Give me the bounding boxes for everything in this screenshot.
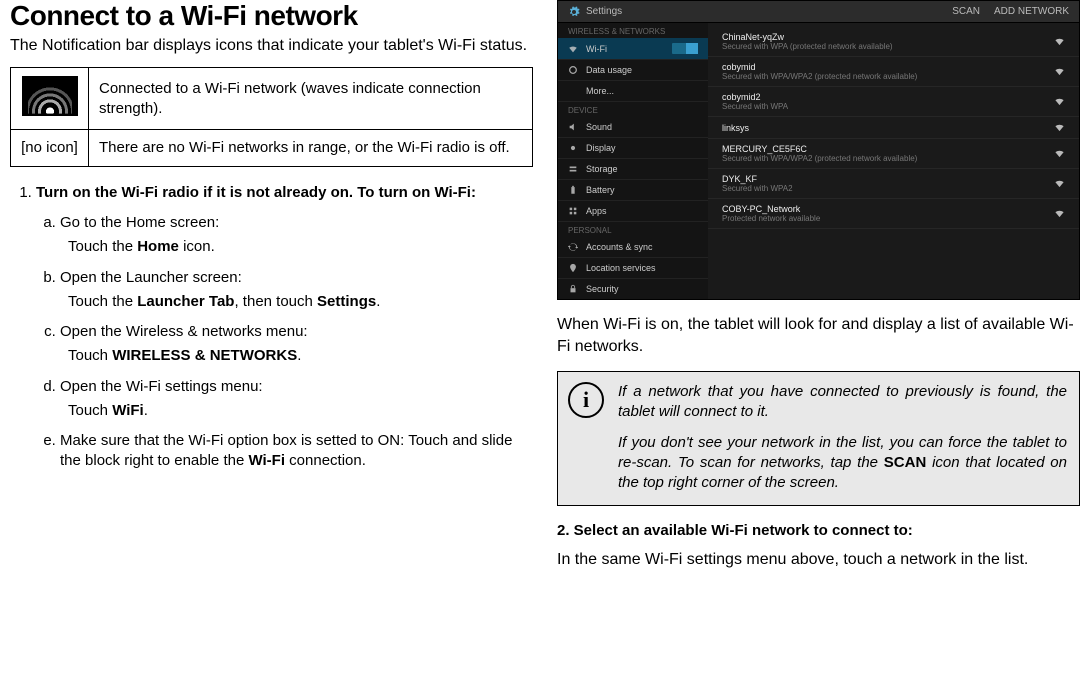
- note-paragraph-2: If you don't see your network in the lis…: [618, 433, 1067, 494]
- right-column: Settings SCAN ADD NETWORK WIRELESS & NET…: [557, 0, 1080, 700]
- intro-text: The Notification bar displays icons that…: [10, 36, 533, 57]
- add-network-button[interactable]: ADD NETWORK: [994, 6, 1069, 17]
- substep-c-body: Touch WIRELESS & NETWORKS.: [68, 346, 533, 366]
- no-icon-desc: There are no Wi-Fi networks in range, or…: [89, 130, 533, 167]
- wifi-signal-icon: [1054, 122, 1065, 133]
- info-note-box: i If a network that you have connected t…: [557, 371, 1080, 506]
- sidebar-accounts-label: Accounts & sync: [586, 242, 653, 252]
- sidebar-data-label: Data usage: [586, 65, 632, 75]
- sidebar-item-sound[interactable]: Sound: [558, 117, 708, 138]
- sidebar-item-wifi[interactable]: Wi-Fi: [558, 38, 708, 60]
- screenshot-network-list: ChinaNet-yqZwSecured with WPA (protected…: [708, 23, 1079, 299]
- network-row[interactable]: ChinaNet-yqZwSecured with WPA (protected…: [708, 27, 1079, 57]
- screenshot-topbar: Settings SCAN ADD NETWORK: [558, 1, 1079, 23]
- screenshot-sidebar: WIRELESS & NETWORKS Wi-Fi Data usage Mor…: [558, 23, 708, 299]
- wifi-signal-icon: [1054, 36, 1065, 47]
- substep-d-body: Touch WiFi.: [68, 401, 533, 421]
- wifi-signal-icon: [1054, 66, 1065, 77]
- apps-icon: [568, 206, 578, 216]
- info-icon: i: [568, 382, 604, 418]
- network-row[interactable]: linksys: [708, 117, 1079, 139]
- substep-a-body: Touch the Home icon.: [68, 237, 533, 257]
- sound-icon: [568, 122, 578, 132]
- sidebar-item-display[interactable]: Display: [558, 138, 708, 159]
- wifi-connected-desc: Connected to a Wi-Fi network (waves indi…: [89, 67, 533, 130]
- network-row[interactable]: COBY-PC_NetworkProtected network availab…: [708, 199, 1079, 229]
- note-paragraph-1: If a network that you have connected to …: [618, 382, 1067, 423]
- battery-icon: [568, 185, 578, 195]
- sidebar-item-more[interactable]: More...: [558, 81, 708, 102]
- substep-a: Go to the Home screen: Touch the Home ic…: [60, 213, 533, 258]
- wifi-icon: [568, 44, 578, 54]
- sidebar-item-storage[interactable]: Storage: [558, 159, 708, 180]
- sidebar-apps-label: Apps: [586, 206, 607, 216]
- substep-c-head: Open the Wireless & networks menu:: [60, 323, 308, 340]
- sidebar-item-accounts[interactable]: Accounts & sync: [558, 237, 708, 258]
- substep-a-head: Go to the Home screen:: [60, 214, 219, 231]
- sidebar-battery-label: Battery: [586, 185, 615, 195]
- after-screenshot-text: When Wi-Fi is on, the tablet will look f…: [557, 314, 1080, 357]
- settings-gear-icon: [568, 6, 580, 18]
- substep-d-head: Open the Wi-Fi settings menu:: [60, 378, 263, 395]
- status-icon-table: Connected to a Wi-Fi network (waves indi…: [10, 67, 533, 167]
- step-1-title: Turn on the Wi-Fi radio if it is not alr…: [36, 183, 533, 203]
- sidebar-location-label: Location services: [586, 263, 656, 273]
- sidebar-item-location[interactable]: Location services: [558, 258, 708, 279]
- sidebar-cat-wireless: WIRELESS & NETWORKS: [558, 23, 708, 38]
- sidebar-item-apps[interactable]: Apps: [558, 201, 708, 222]
- substep-b-head: Open the Launcher screen:: [60, 269, 242, 286]
- substep-c: Open the Wireless & networks menu: Touch…: [60, 322, 533, 367]
- sidebar-storage-label: Storage: [586, 164, 618, 174]
- step-2-body: In the same Wi-Fi settings menu above, t…: [557, 549, 1080, 571]
- substep-d: Open the Wi-Fi settings menu: Touch WiFi…: [60, 377, 533, 422]
- data-usage-icon: [568, 65, 578, 75]
- wifi-signal-icon: [1054, 208, 1065, 219]
- step-1: Turn on the Wi-Fi radio if it is not alr…: [36, 183, 533, 472]
- substep-e-body: Make sure that the Wi-Fi option box is s…: [60, 432, 512, 469]
- main-steps-list: Turn on the Wi-Fi radio if it is not alr…: [10, 183, 533, 472]
- sidebar-item-data[interactable]: Data usage: [558, 60, 708, 81]
- sidebar-cat-device: DEVICE: [558, 102, 708, 117]
- step-2-title: 2. Select an available Wi-Fi network to …: [557, 522, 1080, 539]
- network-row[interactable]: DYK_KFSecured with WPA2: [708, 169, 1079, 199]
- no-icon-label: [no icon]: [11, 130, 89, 167]
- storage-icon: [568, 164, 578, 174]
- sidebar-security-label: Security: [586, 284, 619, 294]
- wifi-signal-icon: [1054, 96, 1065, 107]
- screenshot-title: Settings: [586, 6, 622, 17]
- screenshot-title-area: Settings: [568, 6, 622, 18]
- sidebar-display-label: Display: [586, 143, 616, 153]
- sidebar-wifi-label: Wi-Fi: [586, 44, 607, 54]
- wifi-connected-icon-cell: [11, 67, 89, 130]
- page-title: Connect to a Wi-Fi network: [10, 0, 533, 32]
- sync-icon: [568, 242, 578, 252]
- sidebar-cat-personal: PERSONAL: [558, 222, 708, 237]
- wifi-toggle-on[interactable]: [672, 43, 698, 54]
- android-settings-screenshot: Settings SCAN ADD NETWORK WIRELESS & NET…: [557, 0, 1080, 300]
- wifi-signal-icon: [1054, 178, 1065, 189]
- network-row[interactable]: MERCURY_CE5F6CSecured with WPA/WPA2 (pro…: [708, 139, 1079, 169]
- wifi-signal-icon: [1054, 148, 1065, 159]
- substep-e: Make sure that the Wi-Fi option box is s…: [60, 431, 533, 472]
- sidebar-more-label: More...: [586, 86, 614, 96]
- location-icon: [568, 263, 578, 273]
- sidebar-sound-label: Sound: [586, 122, 612, 132]
- network-row[interactable]: cobymid2Secured with WPA: [708, 87, 1079, 117]
- step-1-substeps: Go to the Home screen: Touch the Home ic…: [36, 213, 533, 472]
- left-column: Connect to a Wi-Fi network The Notificat…: [10, 0, 533, 700]
- lock-icon: [568, 284, 578, 294]
- scan-button[interactable]: SCAN: [952, 6, 980, 17]
- display-icon: [568, 143, 578, 153]
- sidebar-item-battery[interactable]: Battery: [558, 180, 708, 201]
- sidebar-item-security[interactable]: Security: [558, 279, 708, 300]
- substep-b: Open the Launcher screen: Touch the Laun…: [60, 268, 533, 313]
- wifi-signal-icon: [22, 76, 78, 116]
- network-row[interactable]: cobymidSecured with WPA/WPA2 (protected …: [708, 57, 1079, 87]
- substep-b-body: Touch the Launcher Tab, then touch Setti…: [68, 292, 533, 312]
